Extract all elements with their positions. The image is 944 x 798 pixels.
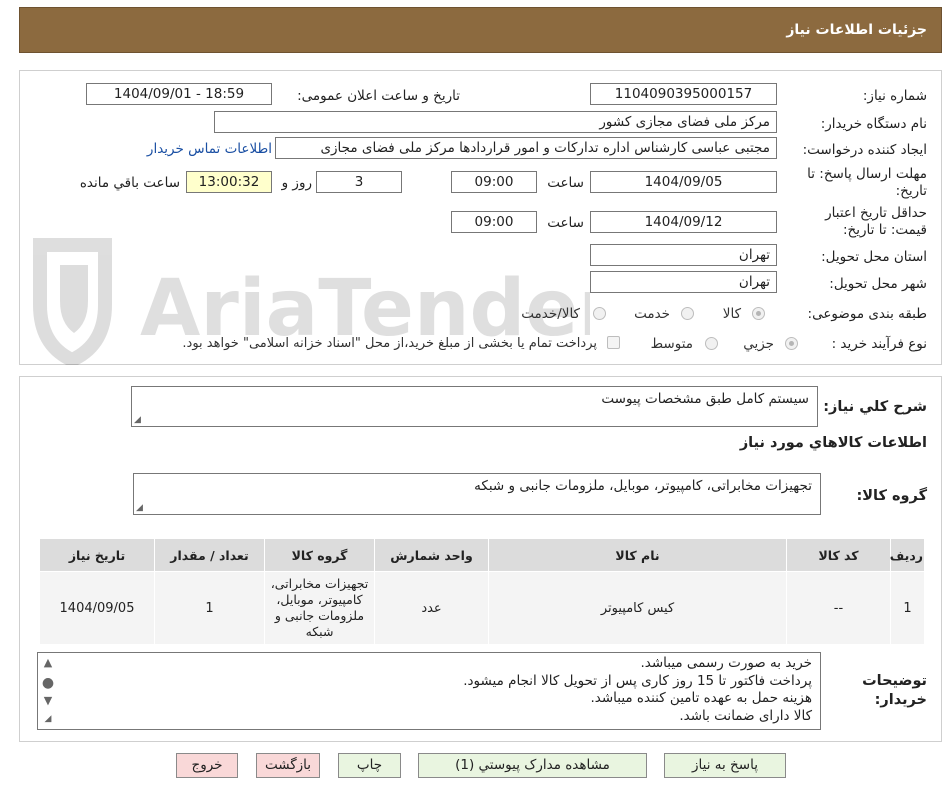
buyer-notes-textarea[interactable]: خرید به صورت رسمی میباشد. پرداخت فاکتور … xyxy=(37,652,821,730)
resize-grip-icon[interactable]: ◢ xyxy=(136,503,143,513)
goods-table: رديف کد کالا نام کالا واحد شمارش گروه کا… xyxy=(39,538,925,645)
scroll-up-icon[interactable]: ▲ xyxy=(38,656,58,669)
creator-field: مجتبی عباسی کارشناس اداره تدارکات و امور… xyxy=(275,137,777,159)
col-header-goods-group: گروه کالا xyxy=(264,538,375,572)
validity-label: حداقل تاریخ اعتبار قیمت: تا تاریخ: xyxy=(825,205,927,238)
deadline-days-label: روز و xyxy=(281,175,312,191)
cell-need-date: 1404/09/05 xyxy=(39,571,155,645)
col-header-goods-name: نام کالا xyxy=(488,538,787,572)
category-option-service: خدمت xyxy=(634,306,670,322)
back-button[interactable]: بازگشت xyxy=(256,753,320,778)
goods-section-title: اطلاعات کالاهاي مورد نياز xyxy=(739,435,927,451)
need-number-label: شماره نیاز: xyxy=(862,88,927,104)
deadline-label: مهلت ارسال پاسخ: تا تاریخ: xyxy=(807,166,927,199)
view-attachments-button[interactable]: مشاهده مدارک پيوستي (1) xyxy=(418,753,647,778)
cell-unit: عدد xyxy=(374,571,489,645)
province-label: استان محل تحویل: xyxy=(821,249,927,265)
category-radio-goods[interactable] xyxy=(752,307,765,320)
treasury-payment-checkbox[interactable] xyxy=(607,336,620,349)
col-header-unit: واحد شمارش xyxy=(374,538,489,572)
remaining-time-field: 13:00:32 xyxy=(186,171,272,193)
goods-group-textarea[interactable]: تجهیزات مخابراتی، کامپیوتر، موبایل، ملزو… xyxy=(133,473,821,515)
process-radio-minor[interactable] xyxy=(785,337,798,350)
table-row: 1 -- کیس کامپیوتر عدد تجهیزات مخابراتی، … xyxy=(39,571,925,645)
cell-goods-group: تجهیزات مخابراتی، کامپیوتر، موبایل، ملزو… xyxy=(264,571,375,645)
buyer-notes-line: کالا دارای ضمانت باشد. xyxy=(679,707,812,724)
resize-grip-icon[interactable]: ◢ xyxy=(38,714,58,724)
goods-group-label: گروه کالا: xyxy=(856,488,927,504)
category-radio-goods-service[interactable] xyxy=(593,307,606,320)
category-radio-service[interactable] xyxy=(681,307,694,320)
col-header-goods-code: کد کالا xyxy=(786,538,891,572)
validity-time-field: 09:00 xyxy=(451,211,537,233)
col-header-need-date: تاریخ نیاز xyxy=(39,538,155,572)
summary-label: شرح کلي نياز: xyxy=(823,399,927,415)
creator-label: ایجاد کننده درخواست: xyxy=(802,142,927,158)
deadline-time-label: ساعت xyxy=(547,175,584,191)
deadline-time-field: 09:00 xyxy=(451,171,537,193)
buyer-notes-line: پرداخت فاکتور تا 15 روز کاری پس از تحویل… xyxy=(463,672,812,689)
table-header-row: رديف کد کالا نام کالا واحد شمارش گروه کا… xyxy=(39,538,925,572)
buyer-notes-line: هزینه حمل به عهده تامین کننده میباشد. xyxy=(590,690,812,706)
cell-goods-code: -- xyxy=(786,571,891,645)
scroll-down-icon[interactable]: ▼ xyxy=(38,694,58,707)
city-label: شهر محل تحویل: xyxy=(829,276,927,292)
category-option-goods-service: کالا/خدمت xyxy=(521,306,580,322)
province-field: تهران xyxy=(590,244,777,266)
buyer-org-label: نام دستگاه خریدار: xyxy=(820,116,927,132)
resize-grip-icon[interactable]: ◢ xyxy=(134,415,141,425)
buyer-notes-line: خرید به صورت رسمی میباشد. xyxy=(640,655,812,671)
cell-goods-name: کیس کامپیوتر xyxy=(488,571,787,645)
validity-time-label: ساعت xyxy=(547,215,584,231)
deadline-days-field: 3 xyxy=(316,171,402,193)
buyer-notes-label: توضیحات خریدار: xyxy=(862,673,927,708)
col-header-row-number: رديف xyxy=(890,538,925,572)
treasury-payment-note: پرداخت تمام یا بخشی از مبلغ خرید،از محل … xyxy=(182,336,597,351)
cell-row-number: 1 xyxy=(890,571,925,645)
exit-button[interactable]: خروج xyxy=(176,753,238,778)
process-option-minor: جزیي xyxy=(743,336,774,352)
remaining-time-label: ساعت باقي مانده xyxy=(79,175,180,191)
buyer-org-field: مرکز ملی فضای مجازی کشور xyxy=(214,111,777,133)
city-field: تهران xyxy=(590,271,777,293)
scroll-thumb-icon[interactable]: ● xyxy=(38,675,58,691)
need-number-field: 1104090395000157 xyxy=(590,83,777,105)
summary-textarea[interactable]: سیستم کامل طبق مشخصات پیوست ◢ xyxy=(131,386,818,427)
process-radio-medium[interactable] xyxy=(705,337,718,350)
deadline-date-field: 1404/09/05 xyxy=(590,171,777,193)
announce-datetime-field: 1404/09/01 - 18:59 xyxy=(86,83,272,105)
category-option-goods: کالا xyxy=(722,306,741,322)
page-title: جزئیات اطلاعات نیاز xyxy=(786,22,927,38)
cell-quantity: 1 xyxy=(154,571,265,645)
announce-datetime-label: تاریخ و ساعت اعلان عمومی: xyxy=(297,88,460,104)
process-option-medium: متوسط xyxy=(650,336,693,352)
process-label: نوع فرآیند خرید : xyxy=(831,336,927,352)
goods-group-text: تجهیزات مخابراتی، کامپیوتر، موبایل، ملزو… xyxy=(474,478,812,494)
page-header: جزئیات اطلاعات نیاز xyxy=(19,7,942,53)
buyer-contact-link[interactable]: اطلاعات تماس خریدار xyxy=(147,141,272,157)
summary-text: سیستم کامل طبق مشخصات پیوست xyxy=(601,391,809,407)
col-header-quantity: تعداد / مقدار xyxy=(154,538,265,572)
validity-date-field: 1404/09/12 xyxy=(590,211,777,233)
print-button[interactable]: چاپ xyxy=(338,753,401,778)
reply-button[interactable]: پاسخ به نياز xyxy=(664,753,786,778)
category-label: طبقه بندی موضوعی: xyxy=(807,306,927,322)
